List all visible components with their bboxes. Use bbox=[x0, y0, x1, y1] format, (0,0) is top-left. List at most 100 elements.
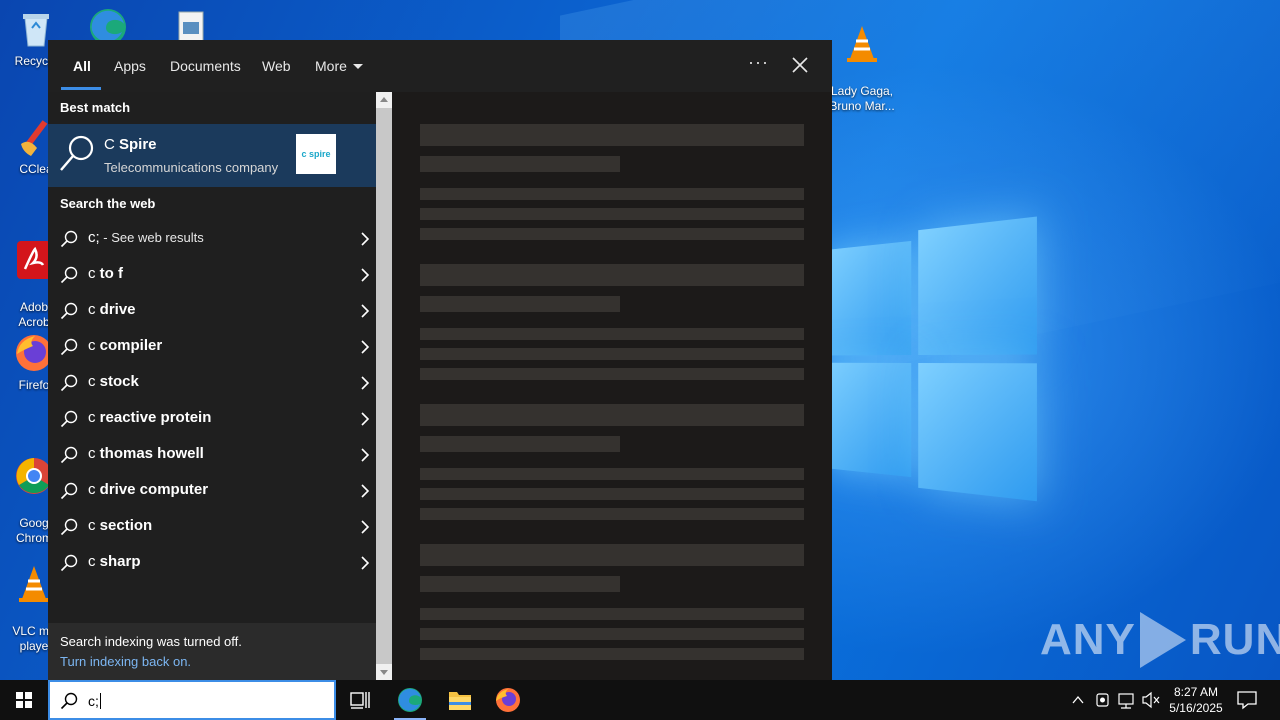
search-tabs-bar: All Apps Documents Web More ··· bbox=[48, 40, 832, 92]
search-icon bbox=[60, 230, 78, 248]
web-suggestion-row[interactable]: c drive bbox=[48, 292, 376, 328]
taskbar-firefox[interactable] bbox=[484, 680, 532, 720]
suggestion-completion: thomas howell bbox=[95, 445, 204, 462]
web-suggestion-row[interactable]: c sharp bbox=[48, 544, 376, 580]
loading-skeleton-bar bbox=[420, 468, 804, 480]
search-query-value: c; bbox=[88, 693, 99, 709]
desktop-icon-lady-gaga-media[interactable]: Lady Gaga, Bruno Mar... bbox=[822, 8, 902, 114]
search-icon bbox=[60, 302, 78, 320]
suggestion-query: c bbox=[88, 409, 96, 426]
taskbar-edge[interactable] bbox=[386, 680, 434, 720]
web-suggestion-row[interactable]: c; - See web results bbox=[48, 220, 376, 256]
web-suggestion-text: c section bbox=[88, 517, 152, 534]
search-icon bbox=[60, 518, 78, 536]
search-query-text: c; bbox=[88, 693, 101, 709]
results-scrollbar[interactable] bbox=[376, 92, 392, 680]
turn-indexing-on-link[interactable]: Turn indexing back on. bbox=[60, 654, 191, 669]
loading-skeleton-bar bbox=[420, 368, 804, 380]
tab-apps[interactable]: Apps bbox=[114, 58, 146, 74]
web-suggestion-text: c; - See web results bbox=[88, 229, 204, 246]
c-spire-logo-text: c spire bbox=[301, 149, 331, 159]
chevron-right-icon bbox=[361, 556, 370, 570]
loading-skeleton-bar bbox=[420, 188, 804, 200]
web-suggestion-text: c reactive protein bbox=[88, 409, 211, 426]
chevron-up-icon[interactable] bbox=[1068, 680, 1088, 720]
suggestion-completion: stock bbox=[95, 373, 139, 390]
taskbar-search-input[interactable]: c; bbox=[48, 680, 336, 720]
loading-skeleton-bar bbox=[420, 124, 804, 146]
tab-documents[interactable]: Documents bbox=[170, 58, 241, 74]
windows-start-icon[interactable] bbox=[0, 680, 48, 720]
loading-skeleton-bar bbox=[420, 608, 804, 620]
suggestion-query: c bbox=[88, 445, 96, 462]
web-suggestion-text: c compiler bbox=[88, 337, 162, 354]
loading-skeleton-bar bbox=[420, 648, 804, 660]
web-suggestion-text: c sharp bbox=[88, 553, 141, 570]
loading-skeleton-bar bbox=[420, 208, 804, 220]
c-spire-logo: c spire bbox=[296, 134, 336, 174]
search-icon bbox=[60, 554, 78, 572]
volume-muted-icon[interactable] bbox=[1140, 680, 1162, 720]
loading-skeleton-bar bbox=[420, 348, 804, 360]
play-triangle-icon bbox=[1139, 612, 1186, 668]
loading-skeleton-bar bbox=[420, 544, 804, 566]
search-icon bbox=[60, 338, 78, 356]
windows-logo-wallpaper bbox=[823, 216, 1037, 504]
tab-all[interactable]: All bbox=[73, 58, 91, 74]
best-match-title-rest: Spire bbox=[114, 136, 157, 153]
chevron-right-icon bbox=[361, 376, 370, 390]
tab-more[interactable]: More bbox=[315, 58, 363, 74]
web-suggestion-row[interactable]: c thomas howell bbox=[48, 436, 376, 472]
scroll-down-button[interactable] bbox=[376, 664, 392, 680]
chevron-right-icon bbox=[361, 340, 370, 354]
search-icon bbox=[60, 410, 78, 428]
chevron-right-icon bbox=[361, 268, 370, 282]
edge-icon bbox=[398, 688, 422, 712]
more-options-button[interactable]: ··· bbox=[748, 52, 769, 73]
search-web-heading: Search the web bbox=[60, 196, 156, 211]
suggestion-query: c bbox=[88, 373, 96, 390]
search-icon bbox=[60, 692, 78, 710]
web-suggestion-text: c to f bbox=[88, 265, 123, 282]
task-view-icon[interactable] bbox=[336, 680, 384, 720]
watermark-right: RUN bbox=[1189, 615, 1280, 664]
notification-center-icon[interactable] bbox=[1236, 690, 1258, 710]
suggestion-query: c bbox=[88, 337, 96, 354]
best-match-result[interactable]: C Spire Telecommunications company c spi… bbox=[48, 124, 376, 187]
clock-date: 5/16/2025 bbox=[1169, 701, 1223, 715]
web-suggestion-row[interactable]: c drive computer bbox=[48, 472, 376, 508]
web-suggestion-row[interactable]: c compiler bbox=[48, 328, 376, 364]
close-icon[interactable] bbox=[790, 54, 810, 76]
suggestion-query: c bbox=[88, 553, 96, 570]
web-suggestion-text: c thomas howell bbox=[88, 445, 204, 462]
active-tab-indicator bbox=[61, 87, 101, 90]
web-suggestion-row[interactable]: c reactive protein bbox=[48, 400, 376, 436]
indexing-message: Search indexing was turned off. bbox=[60, 634, 242, 649]
suggestion-query: c bbox=[88, 301, 96, 318]
system-clock[interactable]: 8:27 AM 5/16/2025 bbox=[1160, 684, 1232, 716]
web-suggestion-row[interactable]: c stock bbox=[48, 364, 376, 400]
web-suggestion-row[interactable]: c section bbox=[48, 508, 376, 544]
network-icon[interactable] bbox=[1116, 680, 1138, 720]
clock-time: 8:27 AM bbox=[1173, 685, 1219, 699]
search-icon bbox=[60, 266, 78, 284]
loading-skeleton-bar bbox=[420, 228, 804, 240]
best-match-title: C Spire bbox=[104, 136, 157, 153]
tab-web[interactable]: Web bbox=[262, 58, 291, 74]
chevron-right-icon bbox=[361, 448, 370, 462]
web-suggestion-row[interactable]: c to f bbox=[48, 256, 376, 292]
suggestion-completion: to f bbox=[95, 265, 123, 282]
vlc-cone-icon bbox=[847, 26, 877, 62]
meet-now-icon[interactable] bbox=[1092, 680, 1114, 720]
taskbar-file-explorer[interactable] bbox=[436, 680, 484, 720]
desktop-icon-label: Lady Gaga, Bruno Mar... bbox=[829, 84, 895, 113]
folder-icon bbox=[449, 692, 471, 710]
suggestion-query: c; bbox=[88, 229, 100, 246]
web-suggestion-text: c drive computer bbox=[88, 481, 208, 498]
chevron-right-icon bbox=[361, 232, 370, 246]
loading-skeleton-bar bbox=[420, 156, 620, 172]
anyrun-watermark: ANY RUN bbox=[1040, 610, 1280, 670]
search-icon bbox=[60, 446, 78, 464]
scroll-up-button[interactable] bbox=[376, 92, 392, 108]
suggestion-completion: sharp bbox=[95, 553, 141, 570]
